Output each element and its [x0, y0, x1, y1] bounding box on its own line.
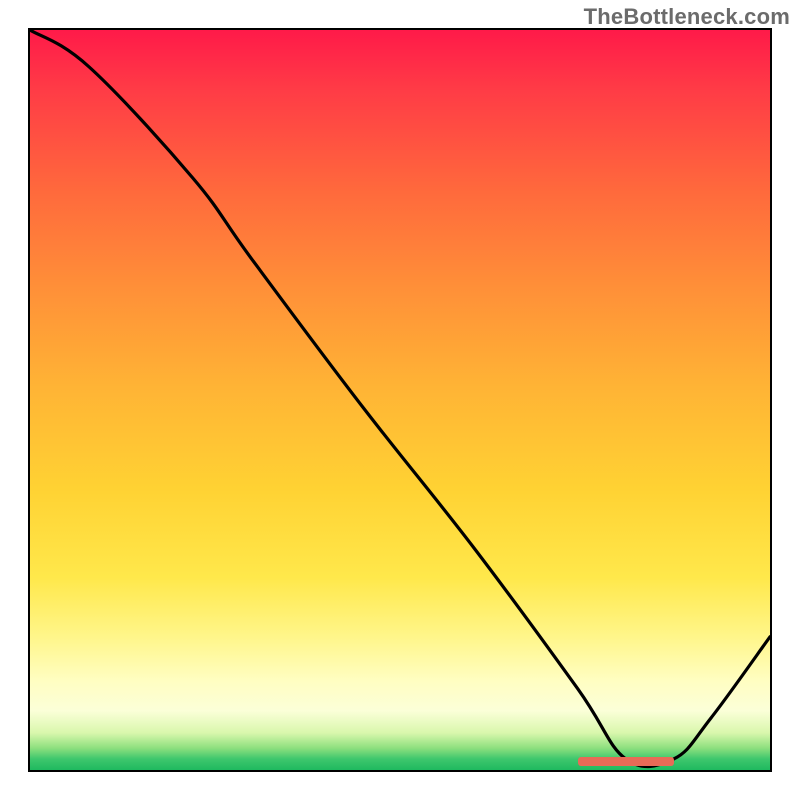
- bottleneck-curve: [30, 30, 770, 770]
- chart-container: TheBottleneck.com: [0, 0, 800, 800]
- plot-area: [28, 28, 772, 772]
- watermark-text: TheBottleneck.com: [584, 4, 790, 30]
- optimal-range-marker: [578, 757, 674, 766]
